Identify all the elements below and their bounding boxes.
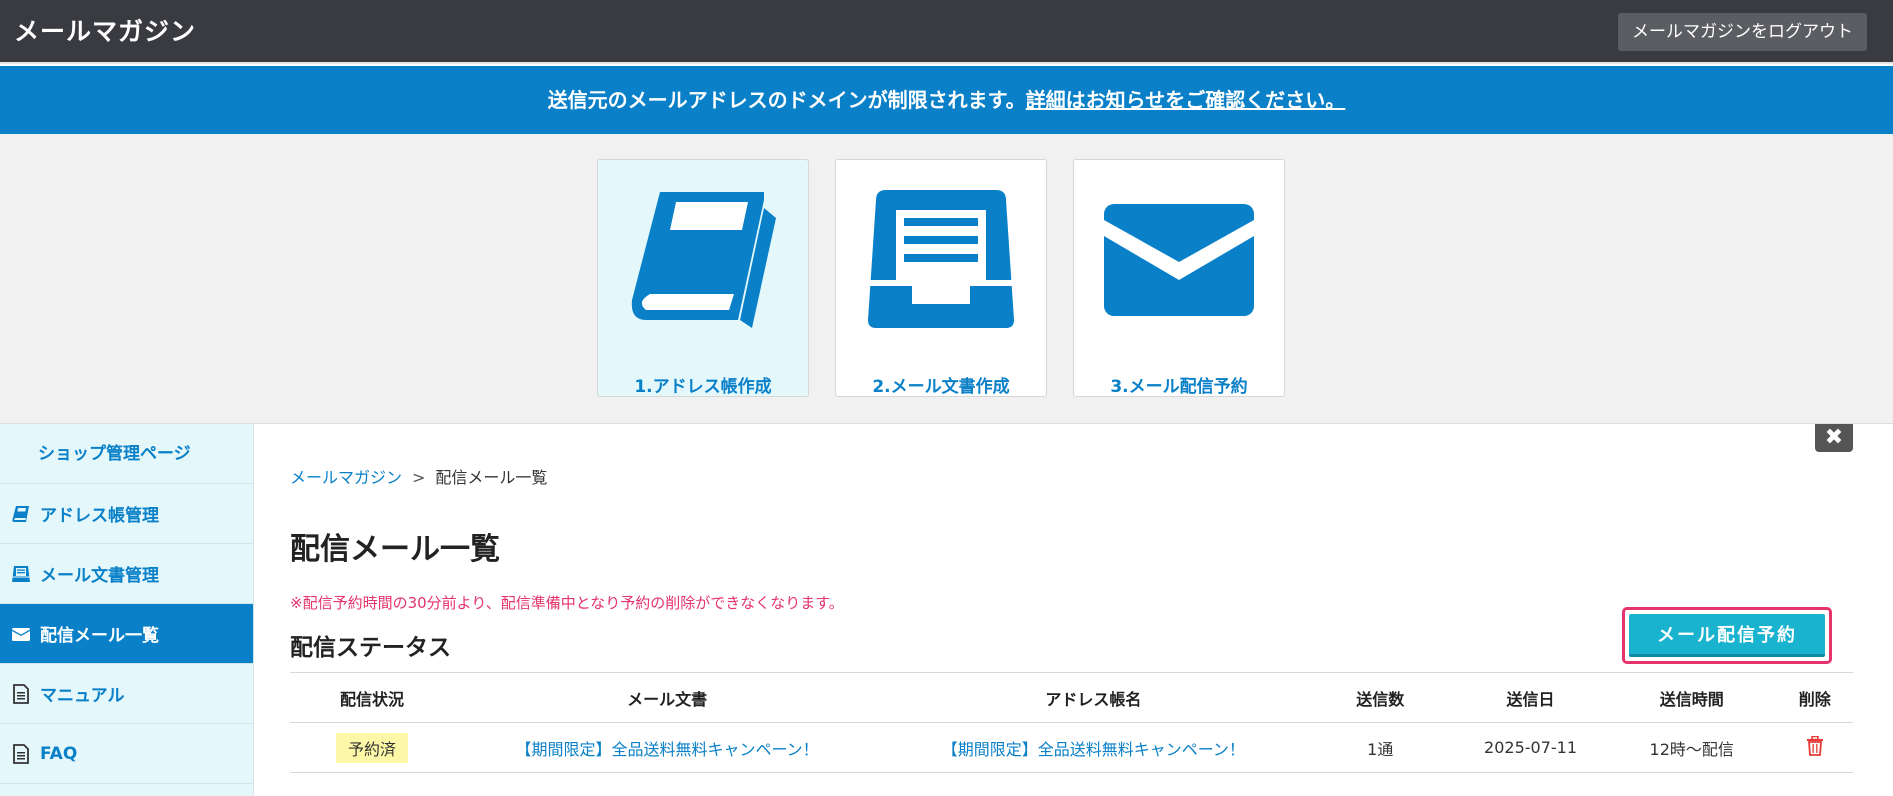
breadcrumb-current: 配信メール一覧 <box>435 468 548 487</box>
column-header: 送信数 <box>1306 672 1455 723</box>
column-header: 送信日 <box>1454 672 1608 723</box>
step-reserve[interactable]: 3.メール配信予約 <box>1073 159 1285 397</box>
breadcrumb-home-link[interactable]: メールマガジン <box>290 468 402 487</box>
delete-cell <box>1776 722 1853 773</box>
breadcrumb: メールマガジン > 配信メール一覧 <box>290 464 547 488</box>
document-tray-icon <box>868 190 1014 328</box>
sidebar-item-label: FAQ <box>40 743 78 764</box>
sidebar-item-mail-list[interactable]: 配信メール一覧 <box>0 604 253 664</box>
step-address-book[interactable]: 1.アドレス帳作成 <box>597 159 809 397</box>
file-icon <box>10 743 32 765</box>
notice-banner: 送信元のメールアドレスのドメインが制限されます。詳細はお知らせをご確認ください。 <box>0 66 1893 134</box>
count-cell: 1通 <box>1306 722 1455 773</box>
column-header: 送信時間 <box>1607 672 1777 723</box>
step-label: 3.メール配信予約 <box>1110 377 1248 397</box>
book-icon <box>10 503 32 525</box>
table-row: 予約済 【期間限定】全品送料無料キャンペーン！ 【期間限定】全品送料無料キャンペ… <box>290 722 1853 773</box>
sidebar-item-label: アドレス帳管理 <box>40 506 159 526</box>
step-panel: 1.アドレス帳作成 2.メール文書作成 3.メール配信予約 <box>0 134 1893 424</box>
step-document[interactable]: 2.メール文書作成 <box>835 159 1047 397</box>
notice-text: 送信元のメールアドレスのドメインが制限されます。 <box>547 88 1026 112</box>
table-header-row: 配信状況 メール文書 アドレス帳名 送信数 送信日 送信時間 削除 <box>290 672 1853 723</box>
sidebar-item-document[interactable]: メール文書管理 <box>0 544 253 604</box>
status-table: 配信状況 メール文書 アドレス帳名 送信数 送信日 送信時間 削除 予約済 【期… <box>290 672 1853 773</box>
breadcrumb-separator: > <box>412 468 426 487</box>
section-title: 配信ステータス <box>290 635 451 661</box>
step-label: 1.アドレス帳作成 <box>634 377 772 397</box>
sidebar: ショップ管理ページ アドレス帳管理 メール文書管理 配信メール一覧 マニュアル … <box>0 424 254 796</box>
logout-button[interactable]: メールマガジンをログアウト <box>1618 13 1867 51</box>
column-header: 配信状況 <box>290 672 454 723</box>
column-header: メール文書 <box>453 672 881 723</box>
book-icon <box>631 192 776 328</box>
time-cell: 12時～配信 <box>1607 722 1777 773</box>
sidebar-item-label: マニュアル <box>40 686 125 706</box>
warning-text: ※配信予約時間の30分前より、配信準備中となり予約の削除ができなくなります。 <box>290 594 844 612</box>
envelope-icon <box>1104 204 1254 316</box>
file-icon <box>10 683 32 705</box>
date-cell: 2025-07-11 <box>1454 722 1608 773</box>
app-title: メールマガジン <box>14 17 197 46</box>
sidebar-head-shop[interactable]: ショップ管理ページ <box>0 424 253 484</box>
page-title: 配信メール一覧 <box>290 532 500 567</box>
top-bar: メールマガジン メールマガジンをログアウト <box>0 0 1893 64</box>
status-badge: 予約済 <box>335 732 408 763</box>
sidebar-item-faq[interactable]: FAQ <box>0 724 253 784</box>
sidebar-item-label: メール文書管理 <box>40 566 159 586</box>
column-header: アドレス帳名 <box>880 672 1307 723</box>
mail-reserve-button[interactable]: メール配信予約 <box>1629 614 1825 657</box>
document-tray-icon <box>10 563 32 585</box>
sidebar-item-manual[interactable]: マニュアル <box>0 664 253 724</box>
close-icon[interactable]: ✖ <box>1815 424 1853 452</box>
address-book-link[interactable]: 【期間限定】全品送料無料キャンペーン！ <box>942 740 1245 759</box>
document-cell: 【期間限定】全品送料無料キャンペーン！ <box>453 722 881 773</box>
trash-icon[interactable] <box>1806 735 1824 760</box>
envelope-icon <box>10 623 32 645</box>
column-header: 削除 <box>1776 672 1853 723</box>
step-label: 2.メール文書作成 <box>872 377 1010 397</box>
notice-link[interactable]: 詳細はお知らせをご確認ください。 <box>1026 88 1346 112</box>
sidebar-item-address-book[interactable]: アドレス帳管理 <box>0 484 253 544</box>
status-cell: 予約済 <box>290 722 454 773</box>
address-book-cell: 【期間限定】全品送料無料キャンペーン！ <box>880 722 1307 773</box>
sidebar-item-label: 配信メール一覧 <box>40 626 159 646</box>
document-link[interactable]: 【期間限定】全品送料無料キャンペーン！ <box>515 740 818 759</box>
